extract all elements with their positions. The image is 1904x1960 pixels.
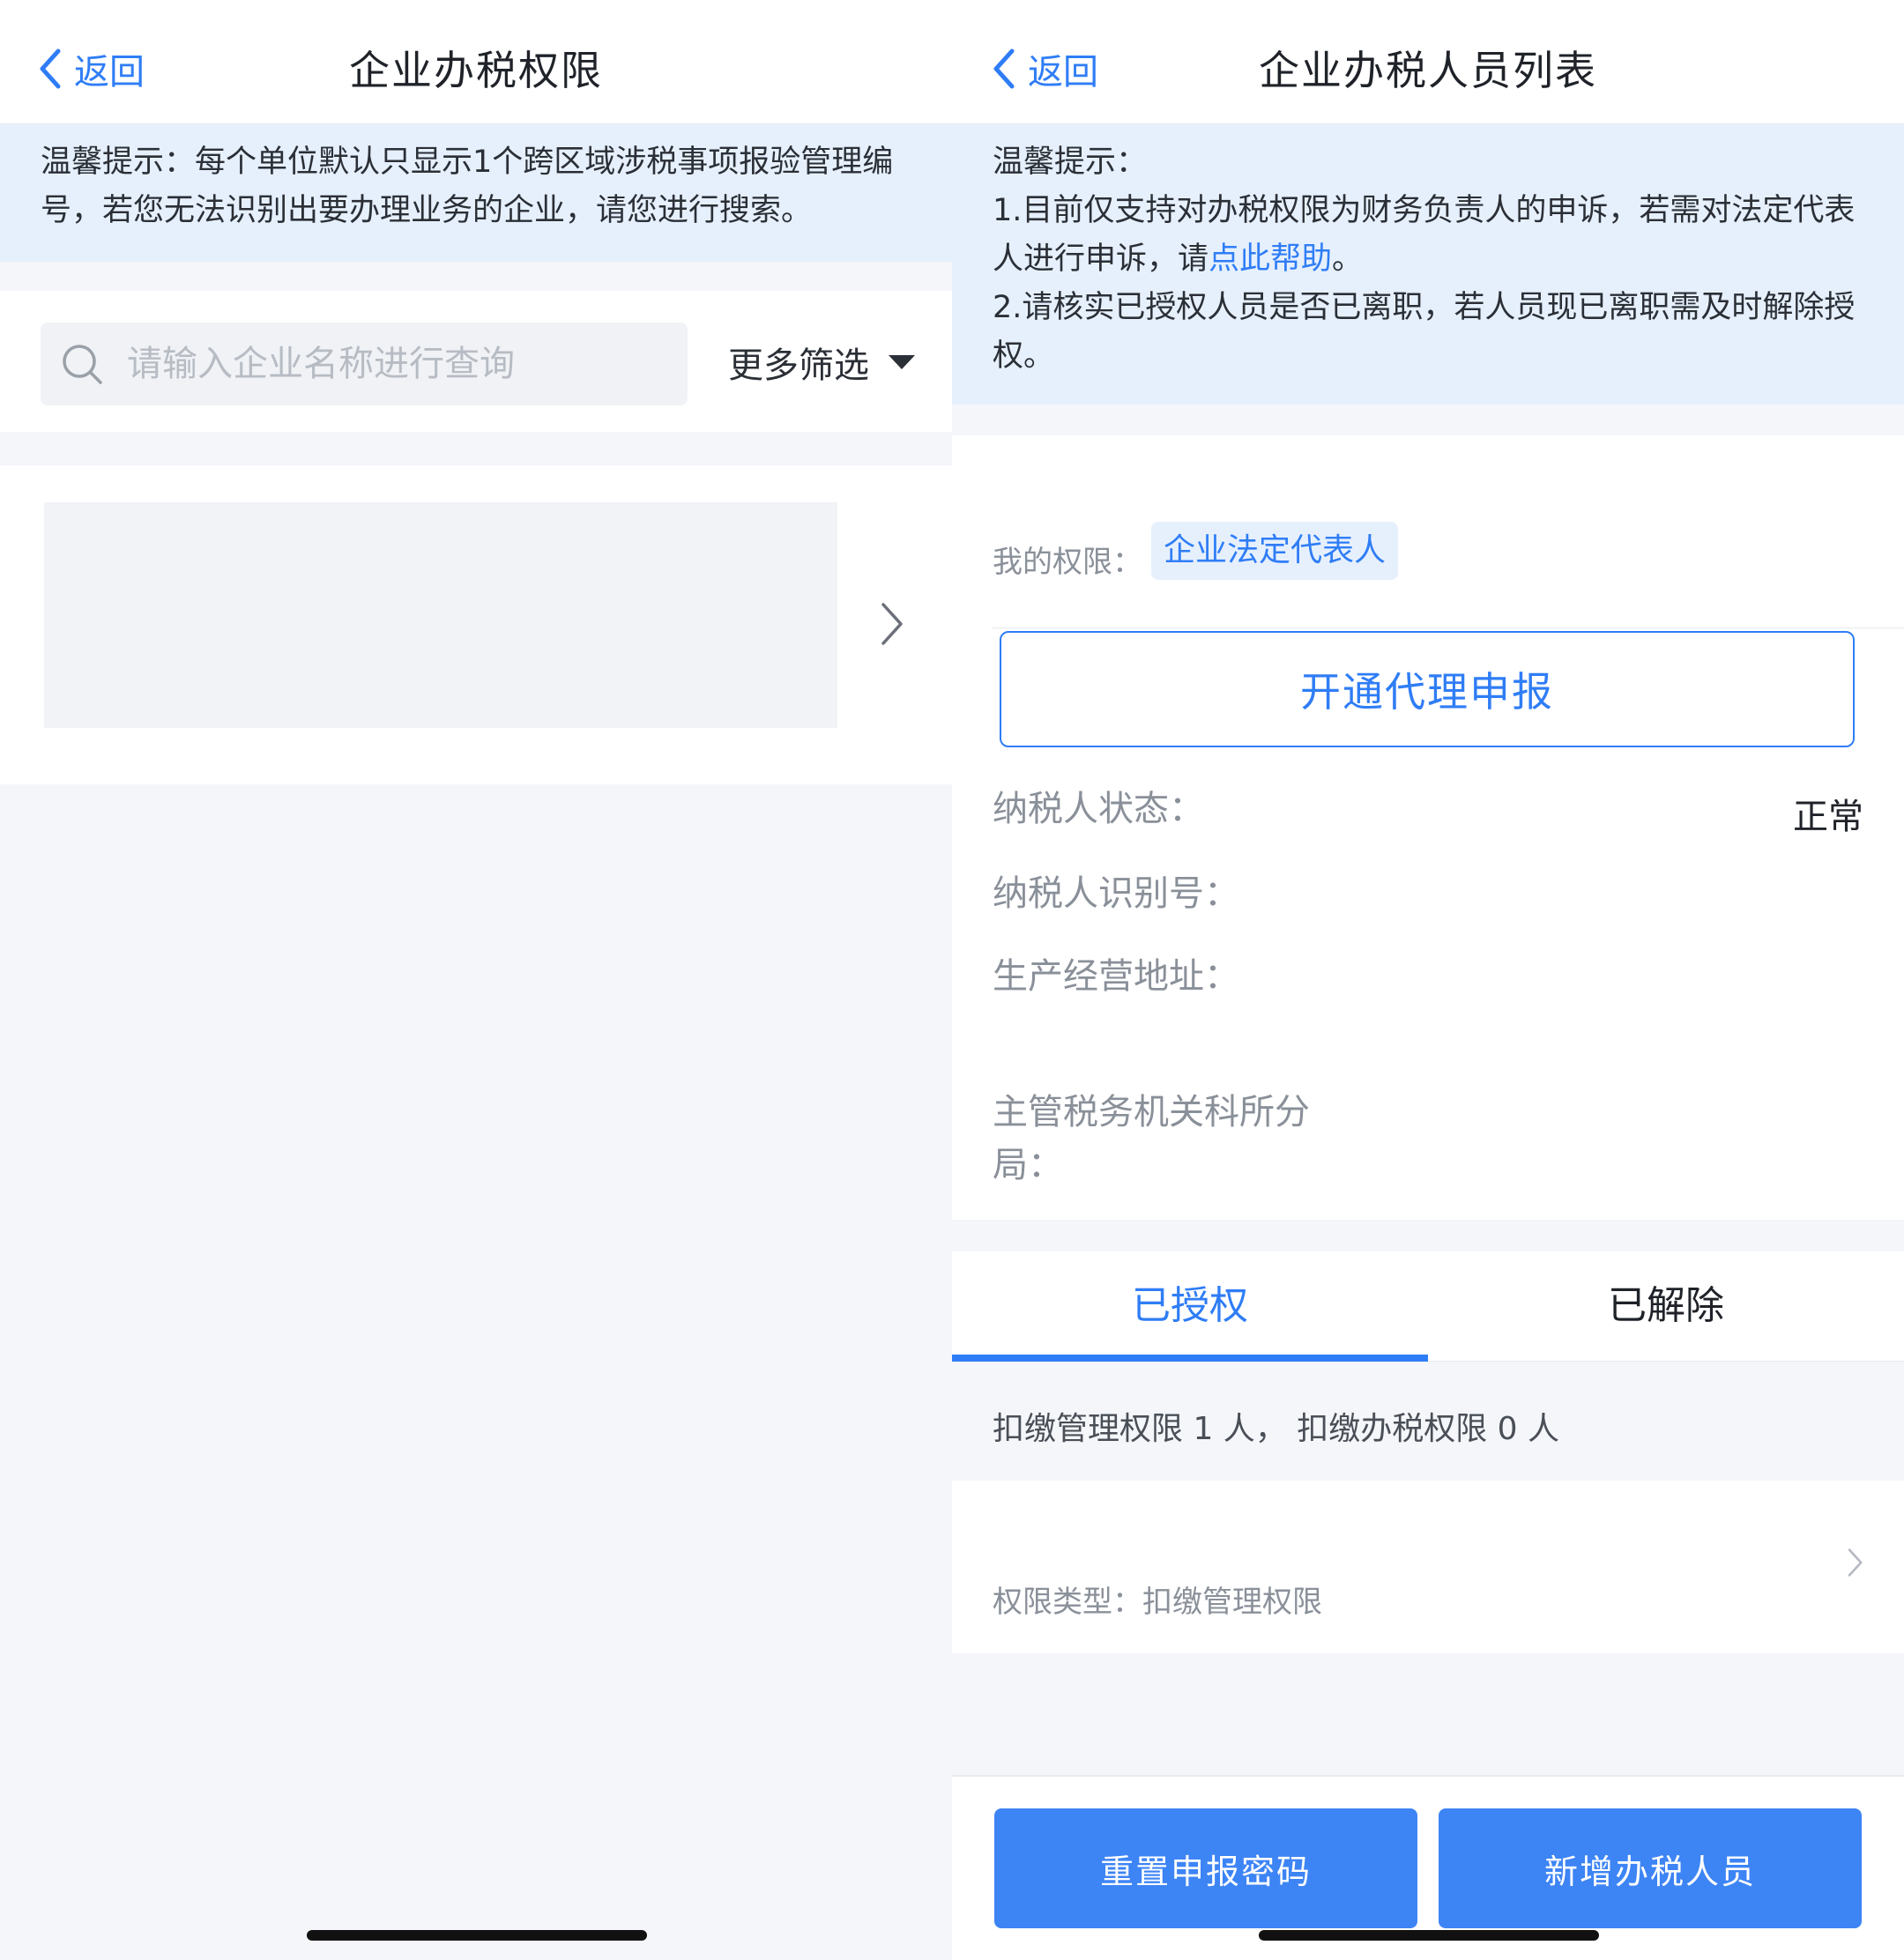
add-tax-staff-button[interactable]: 新增办税人员 [1439,1808,1862,1928]
permission-count-text: 扣缴管理权限 1 人， 扣缴办税权限 0 人 [993,1411,1560,1447]
active-tab-indicator [952,1355,1428,1362]
tip-line-1-text: 1.目前仅支持对办税权限为财务负责人的申诉，若需对法定代表人进行申诉，请 [993,193,1856,277]
search-input[interactable] [125,343,658,385]
person-list-item[interactable]: 权限类型：扣缴管理权限 [952,1481,1904,1653]
taxpayer-id-label: 纳税人识别号： [993,873,1239,914]
search-icon [63,345,102,384]
tip-line-2: 2.请核实已授权人员是否已离职，若人员现已离职需及时解除授权。 [993,290,1856,374]
search-bar: 更多筛选 [0,291,952,432]
right-screen: 返回 企业办税人员列表 温馨提示： 1.目前仅支持对办税权限为财务负责人的申诉，… [952,0,1904,1960]
permission-type-text: 权限类型：扣缴管理权限 [993,1585,1322,1620]
chevron-right-icon [881,603,903,645]
taxpayer-status-label: 纳税人状态： [993,789,1204,829]
page-title: 企业办税权限 [349,47,603,94]
tip-line-1-suffix: 。 [1332,241,1364,277]
open-agent-declaration-button[interactable]: 开通代理申报 [1000,631,1855,747]
reset-password-button[interactable]: 重置申报密码 [994,1808,1417,1928]
home-indicator [307,1930,647,1941]
search-field[interactable] [41,323,688,405]
page-title: 企业办税人员列表 [1259,47,1597,94]
home-indicator [1259,1930,1599,1941]
authorization-tabs: 已授权 已解除 [952,1251,1904,1362]
tab-authorized[interactable]: 已授权 [952,1251,1428,1361]
company-info-card: 我的权限： 企业法定代表人 开通代理申报 纳税人状态： 正常 纳税人识别号： 生… [952,435,1904,1220]
permission-tag: 企业法定代表人 [1151,522,1399,580]
taxpayer-status-value: 正常 [1793,797,1863,837]
tip-banner: 温馨提示：每个单位默认只显示1个跨区域涉税事项报验管理编号，若您无法识别出要办理… [0,124,952,262]
tip-line-1: 1.目前仅支持对办税权限为财务负责人的申诉，若需对法定代表人进行申诉，请点此帮助… [993,187,1863,284]
redacted-company-info [44,502,837,728]
filter-label: 更多筛选 [728,345,869,386]
help-link[interactable]: 点此帮助 [1209,241,1332,277]
address-label: 生产经营地址： [993,956,1239,997]
divider [993,627,1904,628]
company-list-item[interactable] [0,465,952,784]
permission-label: 我的权限： [993,545,1142,580]
more-filter-button[interactable]: 更多筛选 [728,337,915,388]
tip-banner: 温馨提示： 1.目前仅支持对办税权限为财务负责人的申诉，若需对法定代表人进行申诉… [952,124,1904,405]
chevron-right-icon [1848,1548,1863,1577]
right-header: 返回 企业办税人员列表 [952,0,1904,124]
tab-revoked[interactable]: 已解除 [1428,1251,1904,1361]
left-screen: 返回 企业办税权限 温馨提示：每个单位默认只显示1个跨区域涉税事项报验管理编号，… [0,0,952,1960]
tip-heading: 温馨提示： [993,145,1148,180]
tax-office-label: 主管税务机关科所分局： [993,1092,1310,1185]
left-header: 返回 企业办税权限 [0,0,952,124]
caret-down-icon [889,355,915,369]
